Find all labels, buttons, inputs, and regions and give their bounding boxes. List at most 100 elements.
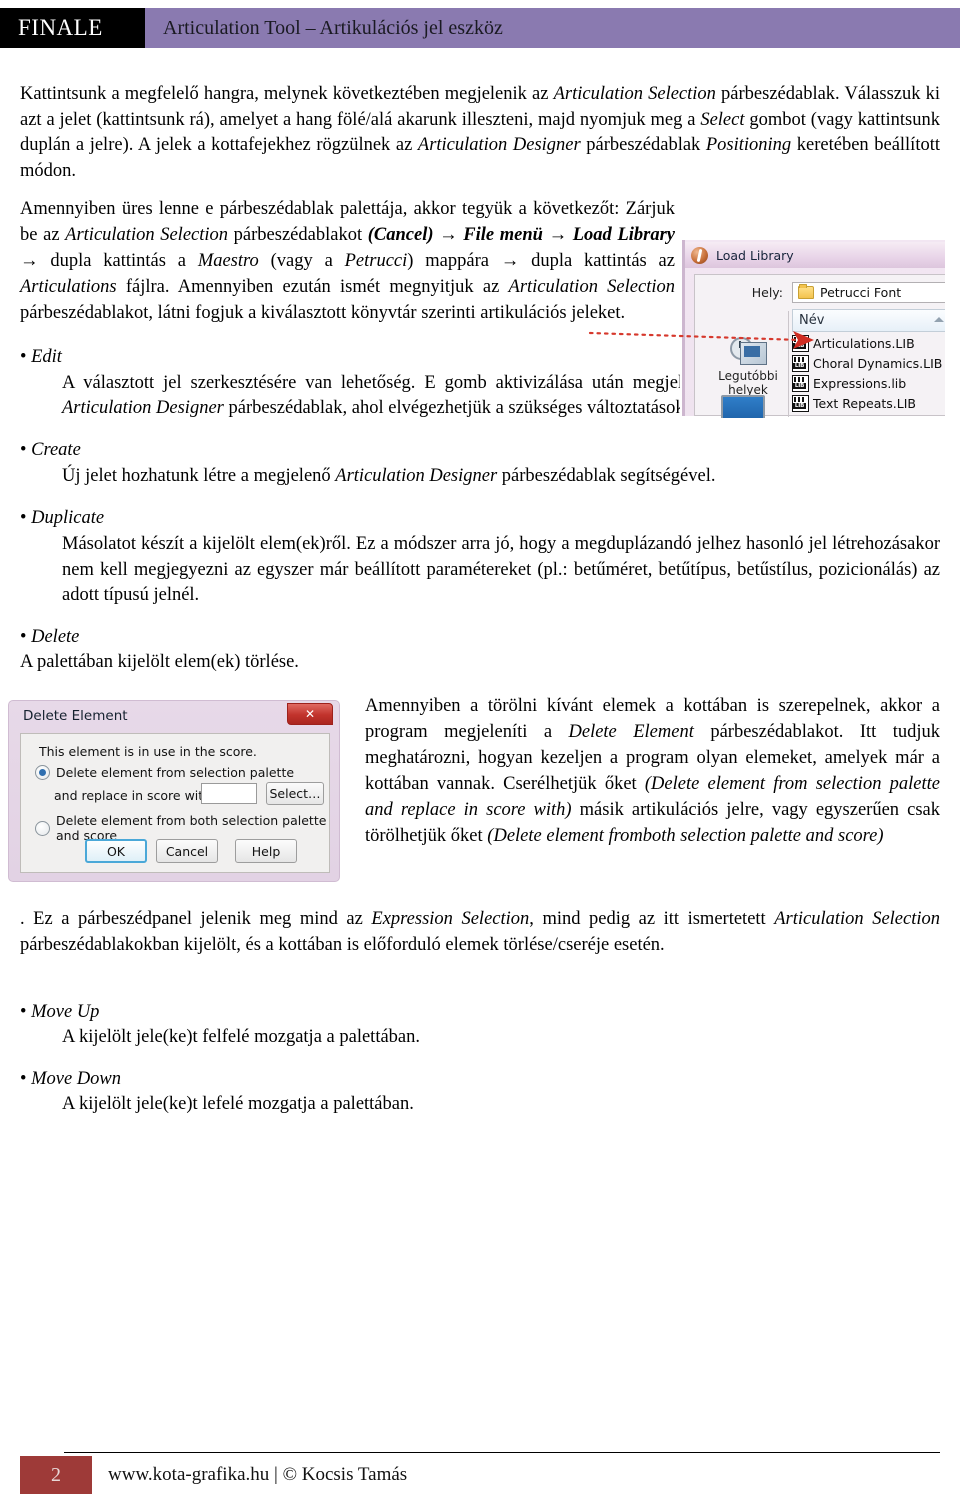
footer-credit-text: www.kota-grafika.hu | © Kocsis Tamás [108,1464,408,1485]
list-item[interactable]: Expressions.lib [792,373,945,393]
lib-term-articulation-selection: Articulation Selection [65,224,229,245]
del-term-option2: (Delete element fromboth selection palet… [487,825,884,846]
intro-text-d: párbeszédablak [580,135,706,156]
delete-wrap-paragraph-right: Amennyiben a törölni kívánt elemek a kot… [365,694,940,849]
bullet-dot: • [20,508,32,529]
bullet-duplicate-body: Másolatot készít a kijelölt elem(ek)ről.… [62,534,940,606]
lib-text-g: párbeszédablakot, látni fogjuk a kiválas… [20,302,626,323]
bullet-dot: • [20,346,32,367]
location-combobox[interactable]: Petrucci Font [792,281,945,303]
lib-term-articulation-selection-2: Articulation Selection [508,276,675,297]
list-item[interactable]: Articulations.LIB [792,333,945,353]
intro-term-positioning: Positioning [705,135,792,156]
page-number-badge: 2 [20,1456,92,1494]
folder-icon [798,283,814,299]
help-button[interactable]: Help [235,839,297,864]
del-term-delete-element: Delete Element [568,722,694,743]
sidebar-item-recent-places[interactable]: Legutóbbi helyek [709,337,787,397]
lib-text-f: fájlra. Amennyiben ezután ismét megnyitj… [116,276,509,297]
sort-ascending-icon [934,317,944,322]
close-icon[interactable]: ✕ [287,703,333,726]
intro-term-articulation-designer: Articulation Designer [417,135,581,156]
recent-label-line1: Legutóbbi [718,369,778,383]
file-list-column-header[interactable]: Név [792,309,945,332]
lib-text-e: dupla kattintás az [531,250,675,271]
bullet-move-down-label: • Move Down [20,1069,940,1090]
intro-term-articulation-selection: Articulation Selection [553,84,716,104]
recent-places-icon [728,337,768,367]
del-text-f: párbeszédablakokban kijelölt, és a kottá… [20,935,665,956]
location-label: Hely: [751,284,783,300]
delete-wrap-paragraph-full: . Ez a párbeszédpanel jelenik meg mind a… [20,907,940,959]
lib-file-icon [792,394,809,412]
bullet-delete-label: • Delete [20,627,940,648]
list-item[interactable]: Text Repeats.LIB [792,393,945,413]
intro-text-a: Kattintsunk a megfelelő hangra, melynek … [20,84,554,104]
load-library-titlebar: Load Library [685,242,945,268]
bullet-dot: • [20,1069,32,1090]
computer-icon[interactable] [721,395,765,418]
bullet-label-duplicate: Duplicate [31,508,105,529]
bullet-create-body: Új jelet hozhatunk létre a megjelenő Art… [62,464,940,490]
delete-wrap-block: Delete Element ✕ This element is in use … [8,694,940,994]
del-text-d: . Ez a párbeszédpanel jelenik meg mind a… [20,909,372,930]
lib-arrow-2: → [542,224,573,245]
lib-file-icon [792,334,809,352]
replace-field-label: and replace in score with: [54,788,216,804]
file-list: Articulations.LIB Choral Dynamics.LIB Ex… [792,333,945,413]
delete-dialog-message: This element is in use in the score. [39,744,257,760]
delete-dialog-titlebar: Delete Element ✕ [9,701,339,731]
create-text-b: párbeszédablak segítségével. [497,466,716,487]
delete-dialog-title: Delete Element [23,708,128,725]
ok-button[interactable]: OK [85,839,147,864]
location-value: Petrucci Font [820,284,902,300]
bullet-move-down-body: A kijelölt jele(ke)t lefelé mozgatja a p… [62,1094,414,1115]
create-text-a: Új jelet hozhatunk létre a megjelenő [62,466,336,487]
bullet-duplicate-label: • Duplicate [20,508,940,529]
bullet-move-up-label: • Move Up [20,1002,940,1023]
lib-text-doubleclick: dupla kattintás a [50,250,198,271]
list-item[interactable]: Choral Dynamics.LIB [792,353,945,373]
radio-delete-from-palette[interactable]: Delete element from selection palette [35,765,294,781]
bullet-label-move-down: Move Down [31,1069,122,1090]
documents-icon [740,342,767,365]
file-name: Text Repeats.LIB [813,395,916,411]
cancel-button[interactable]: Cancel [156,839,218,864]
lib-text-c: (vagy a [258,250,345,271]
intro-paragraph: Kattintsunk a megfelelő hangra, melynek … [20,82,940,184]
lib-file-icon [792,374,809,392]
bullet-label-delete: Delete [31,627,80,648]
file-name: Expressions.lib [813,375,907,391]
lib-step-load-library: Load Library [572,224,675,245]
load-library-dialog: Load Library Hely: Petrucci Font Név Art… [680,238,945,418]
lib-term-maestro: Maestro [197,250,259,271]
select-button[interactable]: Select… [266,782,324,806]
load-library-body: Hely: Petrucci Font Név Articulations.LI… [694,274,945,418]
sidebar-divider [788,311,789,417]
intro-term-select: Select [700,109,745,130]
del-term-expression-selection: Expression Selection [371,909,530,930]
page-title: Articulation Tool – Artikulációs jel esz… [163,16,503,39]
library-paragraph: Amennyiben üres lenne e párbeszédablak p… [20,197,675,326]
replace-input[interactable] [201,783,257,805]
lib-term-articulations: Articulations [20,276,117,297]
file-name: Articulations.LIB [813,335,915,351]
edit-text-b: párbeszédablak, ahol elvégezhetjük a szü… [223,398,703,419]
create-term-articulation-designer: Articulation Designer [335,466,498,487]
radio-icon-unselected[interactable] [35,820,50,836]
bullet-delete-short-desc: A palettában kijelölt elem(ek) törlése. [20,652,299,673]
column-header-name: Név [799,313,825,328]
footer-divider [64,1452,940,1453]
delete-element-dialog: Delete Element ✕ This element is in use … [8,700,340,883]
lib-step-file-menu: File menü [463,224,543,245]
lib-step-cancel: (Cancel) [367,224,434,245]
lib-text-b: párbeszédablakot [228,224,368,245]
lib-term-petrucci: Petrucci [344,250,408,271]
finale-app-icon [691,246,708,264]
bullet-dot: • [20,440,32,461]
bullet-dot: • [20,627,32,648]
radio-icon-selected[interactable] [35,765,50,781]
bullet-label-edit: Edit [31,346,62,367]
lib-arrow-3: → [20,250,51,271]
lib-text-d: ) mappára [407,250,501,271]
